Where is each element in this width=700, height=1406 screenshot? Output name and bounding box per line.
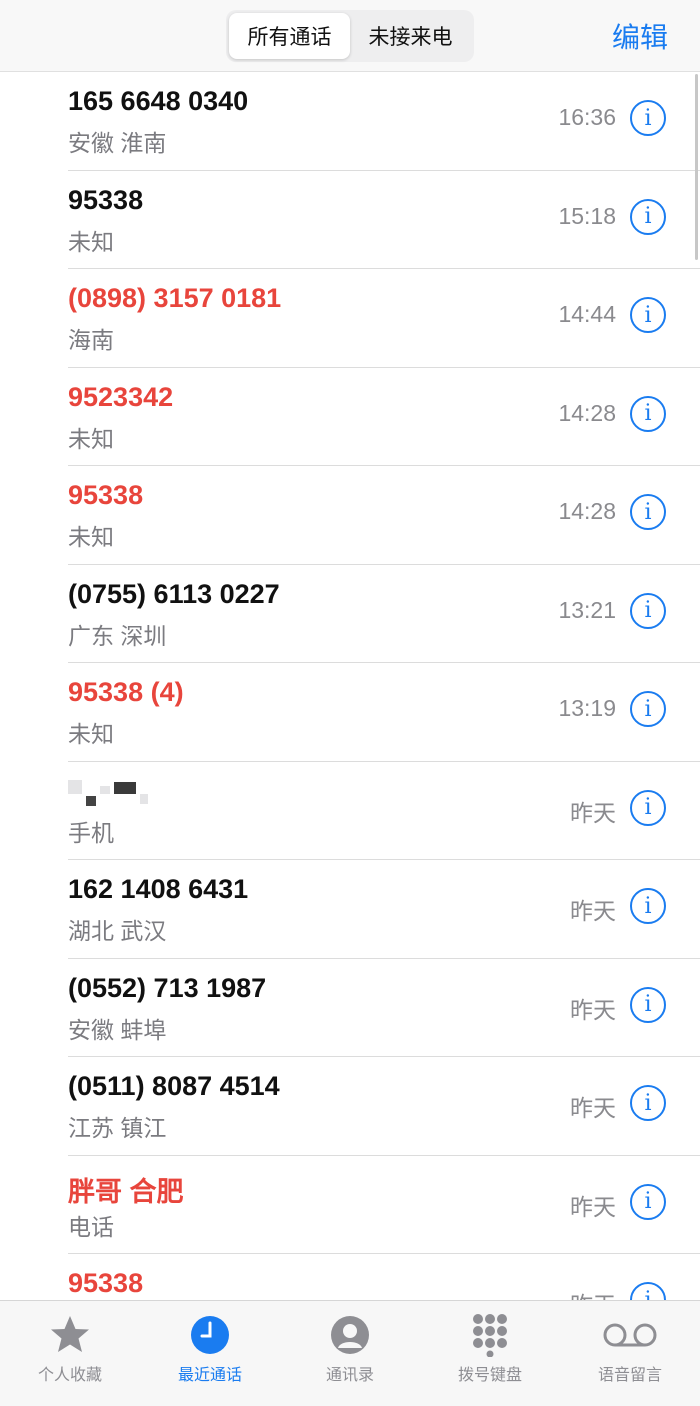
call-row[interactable]: (0552) 713 1987 安徽 蚌埠 昨天 i — [0, 959, 700, 1057]
caller-name: 95338 (4) — [68, 677, 184, 707]
info-icon[interactable]: i — [630, 888, 666, 924]
segment-missed-calls[interactable]: 未接来电 — [350, 13, 471, 59]
caller-name: 162 1408 6431 — [68, 874, 249, 904]
keypad-icon — [473, 1314, 507, 1357]
info-icon[interactable]: i — [630, 1085, 666, 1121]
call-row[interactable]: 手机 昨天 i — [0, 762, 700, 860]
caller-name: (0898) 3157 0181 — [68, 283, 282, 313]
call-row[interactable]: (0755) 6113 0227 广东 深圳 13:21 i — [0, 565, 700, 663]
call-time: 14:44 — [558, 301, 616, 327]
tab-label: 通讯录 — [325, 1367, 374, 1384]
info-icon[interactable]: i — [630, 1282, 666, 1300]
info-icon[interactable]: i — [630, 691, 666, 727]
call-time: 14:28 — [558, 399, 616, 426]
caller-name: 95338 — [68, 480, 144, 510]
call-row[interactable]: 9523342 未知 14:28 i — [0, 368, 700, 466]
star-icon — [51, 1316, 89, 1352]
call-time: 昨天 — [570, 1095, 616, 1121]
call-time: 昨天 — [570, 898, 616, 924]
call-row[interactable]: 95338 未知 14:28 i — [0, 466, 700, 565]
tab-bar: 个人收藏 最近通话 通讯录 拨号键盘 语音留言 — [0, 1300, 700, 1406]
info-icon[interactable]: i — [630, 395, 666, 432]
call-label: 广东 深圳 — [68, 622, 167, 649]
call-row[interactable]: 95338 昨天 i — [0, 1254, 700, 1300]
call-label: 海南 — [68, 327, 114, 353]
redacted-name — [68, 776, 148, 806]
tab-contacts[interactable]: 通讯录 — [280, 1301, 420, 1406]
top-bar: 所有通话 未接来电 编辑 — [0, 0, 700, 72]
call-label: 未知 — [68, 425, 114, 452]
caller-name — [68, 776, 148, 806]
call-row[interactable]: (0511) 8087 4514 江苏 镇江 昨天 i — [0, 1057, 700, 1156]
scrollbar[interactable] — [695, 74, 698, 260]
call-row[interactable]: 162 1408 6431 湖北 武汉 昨天 i — [0, 860, 700, 959]
tab-label: 拨号键盘 — [457, 1367, 522, 1384]
call-row[interactable]: 95338 未知 15:18 i — [0, 171, 700, 269]
info-icon[interactable]: i — [630, 494, 666, 530]
call-row[interactable]: 胖哥 合肥电话 昨天 i — [0, 1156, 700, 1254]
call-time: 昨天 — [570, 1193, 616, 1220]
call-label: 未知 — [68, 524, 114, 550]
call-time: 昨天 — [570, 996, 616, 1023]
clock-icon — [191, 1316, 229, 1354]
tab-voicemail[interactable]: 语音留言 — [560, 1301, 700, 1406]
call-time: 13:21 — [558, 596, 616, 623]
caller-name: (0755) 6113 0227 — [68, 578, 280, 609]
voicemail-icon — [603, 1323, 657, 1347]
caller-name: 胖哥 合肥 — [68, 1176, 184, 1207]
call-row[interactable]: 165 6648 0340 安徽 淮南 16:36 i — [0, 72, 700, 171]
call-label: 江苏 镇江 — [68, 1115, 167, 1141]
call-row[interactable]: 95338 (4) 未知 13:19 i — [0, 663, 700, 762]
call-time: 昨天 — [570, 799, 616, 826]
caller-name: (0511) 8087 4514 — [68, 1071, 280, 1101]
info-icon[interactable]: i — [630, 592, 666, 629]
info-icon[interactable]: i — [630, 789, 666, 826]
edit-button[interactable]: 编辑 — [612, 16, 668, 56]
tab-favorites[interactable]: 个人收藏 — [0, 1301, 140, 1406]
info-icon[interactable]: i — [630, 100, 666, 136]
info-icon[interactable]: i — [630, 1183, 666, 1220]
caller-name: 165 6648 0340 — [68, 86, 249, 116]
call-time: 16:36 — [558, 104, 616, 130]
call-label: 未知 — [68, 228, 114, 255]
call-time: 15:18 — [558, 202, 616, 229]
call-label: 安徽 蚌埠 — [68, 1016, 167, 1043]
caller-name: (0552) 713 1987 — [68, 972, 267, 1003]
tab-label: 个人收藏 — [37, 1367, 102, 1384]
caller-name: 95338 — [68, 184, 144, 215]
person-circle-icon — [331, 1316, 369, 1354]
info-icon[interactable]: i — [630, 986, 666, 1023]
call-time: 13:19 — [558, 695, 616, 721]
caller-name: 9523342 — [68, 381, 174, 412]
call-label: 未知 — [68, 721, 114, 747]
call-filter-segmented-control: 所有通话 未接来电 — [226, 10, 474, 62]
info-icon[interactable]: i — [630, 297, 666, 333]
recents-list[interactable]: 165 6648 0340 安徽 淮南 16:36 i 95338 未知 15:18 i (08… — [0, 72, 700, 1300]
info-icon[interactable]: i — [630, 198, 666, 235]
tab-keypad[interactable]: 拨号键盘 — [420, 1301, 560, 1406]
segment-all-calls[interactable]: 所有通话 — [229, 13, 350, 59]
tab-label: 语音留言 — [597, 1367, 662, 1384]
caller-name: 95338 — [68, 1268, 144, 1298]
call-time: 昨天 — [570, 1286, 616, 1300]
call-label: 电话 — [68, 1213, 114, 1240]
tab-label: 最近通话 — [177, 1367, 242, 1384]
tab-recents[interactable]: 最近通话 — [140, 1301, 280, 1406]
call-label: 手机 — [68, 819, 114, 846]
call-time: 14:28 — [558, 498, 616, 524]
call-label: 湖北 武汉 — [68, 918, 167, 944]
call-row[interactable]: (0898) 3157 0181 海南 14:44 i — [0, 269, 700, 368]
call-label: 安徽 淮南 — [68, 130, 167, 156]
